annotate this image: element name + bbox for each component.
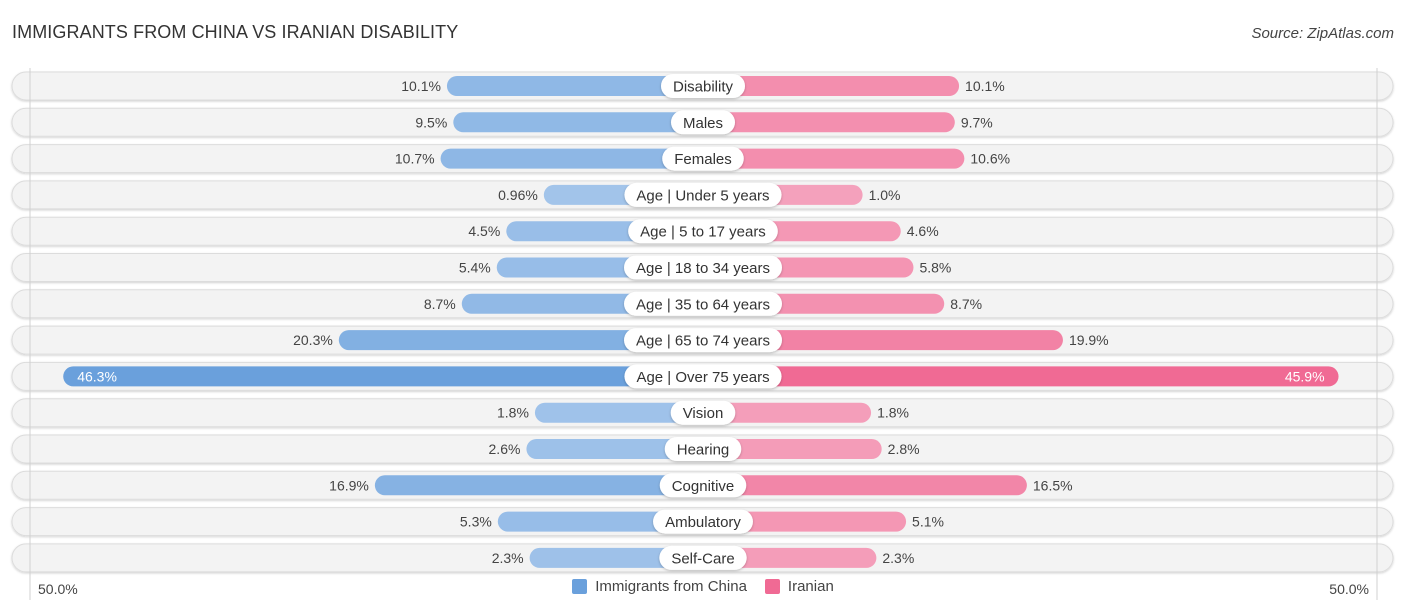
value-label-china: 20.3%	[293, 332, 333, 348]
value-label-china: 16.9%	[329, 477, 369, 493]
legend-swatch-iranian	[764, 579, 780, 594]
value-label-iranian: 1.0%	[869, 187, 901, 203]
value-label-china: 2.6%	[489, 441, 521, 457]
category-label-text: Age | 65 to 74 years	[636, 333, 770, 350]
category-label-text: Age | 5 to 17 years	[640, 224, 766, 241]
category-label-text: Disability	[673, 79, 734, 96]
value-label-iranian: 10.1%	[965, 78, 1005, 94]
category-label-text: Age | Under 5 years	[636, 187, 769, 204]
category-label-text: Age | 35 to 64 years	[636, 296, 770, 313]
category-label: Hearing	[664, 437, 742, 461]
value-label-iranian: 4.6%	[907, 223, 939, 239]
category-label: Age | 35 to 64 years	[624, 291, 782, 316]
legend-label-china: Immigrants from China	[595, 578, 747, 595]
category-label-text: Age | Over 75 years	[636, 369, 769, 386]
value-label-iranian: 8.7%	[950, 296, 982, 312]
bar-china[interactable]	[63, 366, 714, 387]
value-label-china: 2.3%	[492, 550, 524, 566]
category-label: Vision	[670, 400, 736, 425]
value-label-iranian: 5.1%	[912, 514, 944, 530]
value-label-china: 5.4%	[459, 260, 491, 276]
value-label-iranian: 10.6%	[970, 151, 1010, 167]
category-label: Age | Over 75 years	[624, 364, 782, 389]
category-label: Males	[670, 110, 736, 135]
diverging-bar-chart: 10.1% 10.1% Disability 9.5% 9.7% Males 10.7% 10…	[11, 68, 1394, 600]
category-label-text: Vision	[683, 405, 724, 422]
value-label-iranian: 16.5%	[1033, 477, 1073, 493]
value-label-china: 8.7%	[424, 296, 456, 312]
category-label: Ambulatory	[653, 509, 753, 534]
value-label-iranian: 19.9%	[1069, 332, 1109, 348]
legend: Immigrants from China Iranian	[0, 578, 1406, 595]
category-label: Self-Care	[659, 545, 747, 570]
value-label-iranian: 45.9%	[1285, 368, 1325, 384]
value-label-iranian: 1.8%	[877, 405, 909, 421]
category-label: Cognitive	[659, 473, 747, 498]
category-label-text: Males	[683, 115, 723, 132]
value-label-china: 10.1%	[401, 78, 441, 94]
category-label: Age | Under 5 years	[624, 182, 782, 207]
value-label-iranian: 2.8%	[888, 441, 920, 457]
bar-iranian[interactable]	[693, 366, 1339, 387]
value-label-china: 4.5%	[468, 223, 500, 239]
value-label-china: 46.3%	[77, 368, 117, 384]
category-label: Age | 18 to 34 years	[624, 255, 782, 280]
category-label: Disability	[660, 74, 746, 98]
category-label-text: Hearing	[677, 442, 730, 459]
value-label-china: 0.96%	[498, 187, 538, 203]
category-label-text: Self-Care	[671, 550, 734, 567]
value-label-china: 9.5%	[415, 114, 447, 130]
category-label: Age | 5 to 17 years	[628, 219, 778, 244]
value-label-china: 1.8%	[497, 405, 529, 421]
value-label-china: 10.7%	[395, 151, 435, 167]
value-label-china: 5.3%	[460, 514, 492, 530]
category-label: Age | 65 to 74 years	[624, 328, 782, 353]
value-label-iranian: 2.3%	[882, 550, 914, 566]
legend-swatch-china	[572, 579, 588, 594]
legend-item-china[interactable]: Immigrants from China	[572, 578, 747, 595]
category-label-text: Cognitive	[672, 478, 735, 495]
legend-item-iranian[interactable]: Iranian	[764, 578, 834, 595]
category-label-text: Ambulatory	[665, 514, 741, 531]
legend-label-iranian: Iranian	[787, 578, 834, 595]
category-label: Females	[662, 146, 744, 171]
value-label-iranian: 5.8%	[919, 260, 951, 276]
value-label-iranian: 9.7%	[961, 114, 993, 130]
category-label-text: Age | 18 to 34 years	[636, 260, 770, 277]
category-label-text: Females	[674, 151, 732, 168]
